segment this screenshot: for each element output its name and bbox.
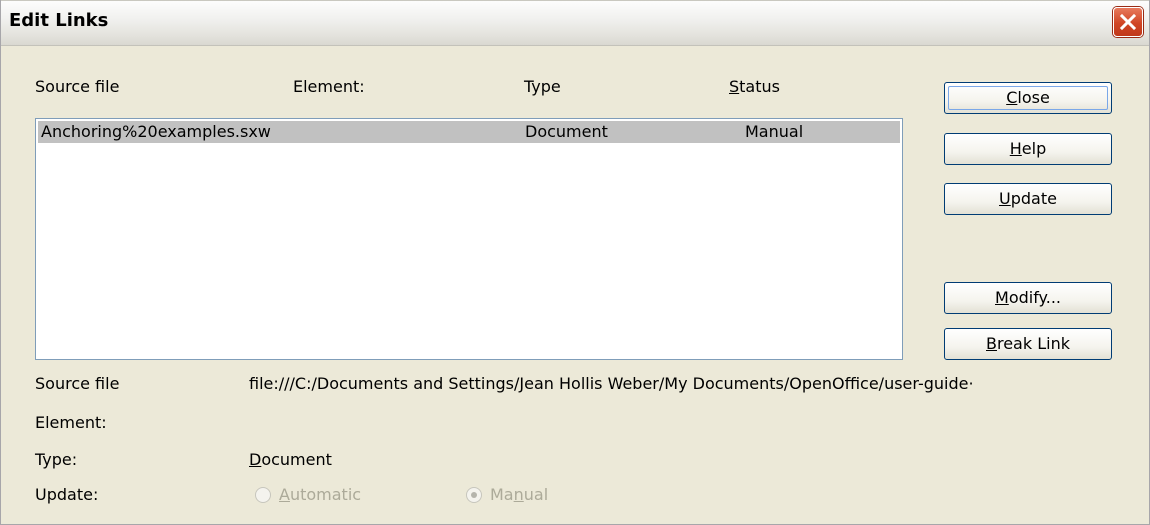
update-button[interactable]: Update — [944, 183, 1112, 215]
close-button[interactable]: Close — [944, 82, 1112, 114]
edit-links-dialog: Edit Links Source file Element: Type Sta… — [0, 0, 1150, 525]
element-label: Element: — [35, 413, 107, 432]
close-button-label: Close — [1006, 88, 1050, 107]
type-value: Document — [249, 450, 332, 469]
column-header-source-file[interactable]: Source file — [35, 77, 119, 96]
modify-button[interactable]: Modify... — [944, 282, 1112, 314]
automatic-radio[interactable] — [255, 487, 271, 503]
update-button-label: Update — [999, 189, 1057, 208]
manual-radio[interactable] — [466, 487, 482, 503]
column-header-status[interactable]: Status — [729, 77, 780, 96]
update-label: Update: — [35, 485, 99, 504]
modify-button-label: Modify... — [995, 288, 1061, 307]
manual-radio-label: Manual — [490, 485, 549, 504]
manual-radio-dot — [471, 492, 477, 498]
help-button-label: Help — [1009, 139, 1047, 158]
window-title: Edit Links — [9, 10, 109, 31]
column-header-element[interactable]: Element: — [293, 77, 365, 96]
title-bar[interactable]: Edit Links — [1, 0, 1149, 46]
automatic-radio-label: Automatic — [279, 485, 362, 504]
row-source-file: Anchoring%20examples.sxw — [41, 122, 271, 141]
table-row[interactable]: Anchoring%20examples.sxw Document Manual — [38, 121, 900, 143]
source-file-label: Source file — [35, 374, 120, 393]
source-file-value: file:///C:/Documents and Settings/Jean H… — [249, 374, 974, 393]
break-link-button-label: Break Link — [986, 334, 1070, 353]
row-type: Document — [525, 122, 608, 141]
links-list[interactable]: Anchoring%20examples.sxw Document Manual — [35, 118, 903, 360]
help-button[interactable]: Help — [944, 133, 1112, 165]
row-status: Manual — [745, 122, 804, 141]
close-window-icon[interactable] — [1113, 7, 1143, 37]
break-link-button[interactable]: Break Link — [944, 328, 1112, 360]
type-label: Type: — [35, 450, 78, 469]
column-header-type[interactable]: Type — [524, 77, 561, 96]
status-header-rest: tatus — [739, 77, 780, 96]
